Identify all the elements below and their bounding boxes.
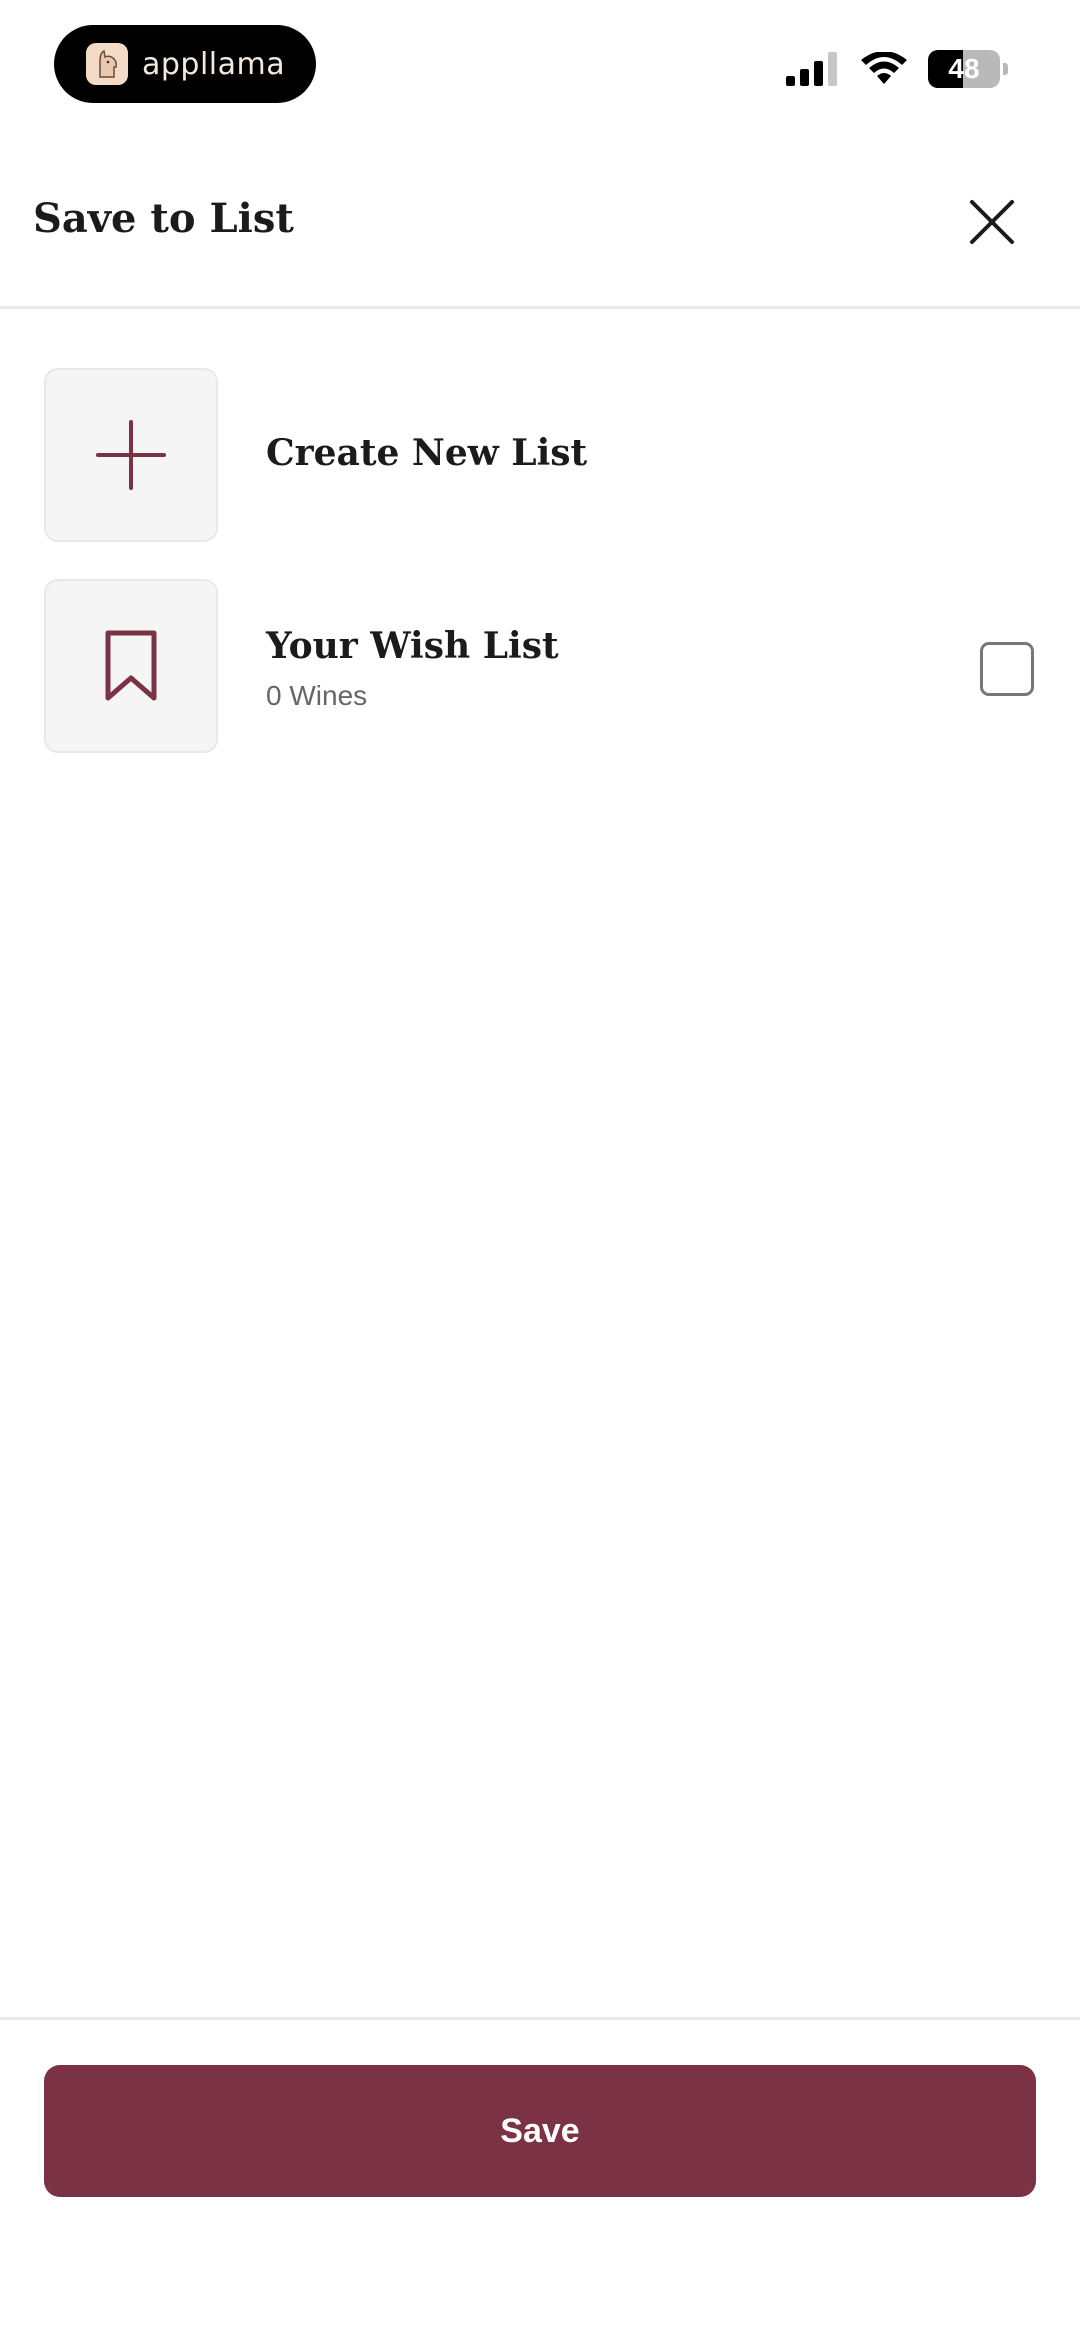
wish-list-tile — [44, 579, 218, 753]
plus-icon — [96, 420, 166, 490]
close-button[interactable] — [964, 194, 1020, 250]
app-badge-label: appllama — [142, 46, 286, 82]
save-button[interactable]: Save — [44, 2065, 1036, 2197]
wish-list-checkbox[interactable] — [980, 642, 1034, 696]
llama-logo-icon — [86, 43, 128, 85]
page-title: Save to List — [33, 195, 294, 242]
list-count: 0 Wines — [266, 680, 368, 711]
sheet-header: Save to List — [0, 150, 1080, 309]
close-icon — [970, 200, 1014, 244]
cellular-signal-icon — [786, 52, 837, 86]
recording-indicator-pill: appllama — [54, 25, 316, 103]
list-name: Your Wish List — [266, 625, 559, 667]
create-new-list-button[interactable]: Create New List — [44, 368, 1036, 544]
create-list-label: Create New List — [266, 432, 588, 474]
battery-nub — [1003, 63, 1008, 75]
status-icons: 48 — [786, 50, 1008, 88]
list-item[interactable]: Your Wish List 0 Wines — [44, 579, 1036, 755]
battery-percent: 48 — [948, 53, 980, 84]
battery-indicator: 48 — [928, 50, 1000, 88]
bookmark-icon — [105, 630, 157, 701]
footer-divider — [0, 2017, 1080, 2020]
wifi-icon — [861, 52, 907, 84]
create-list-tile — [44, 368, 218, 542]
